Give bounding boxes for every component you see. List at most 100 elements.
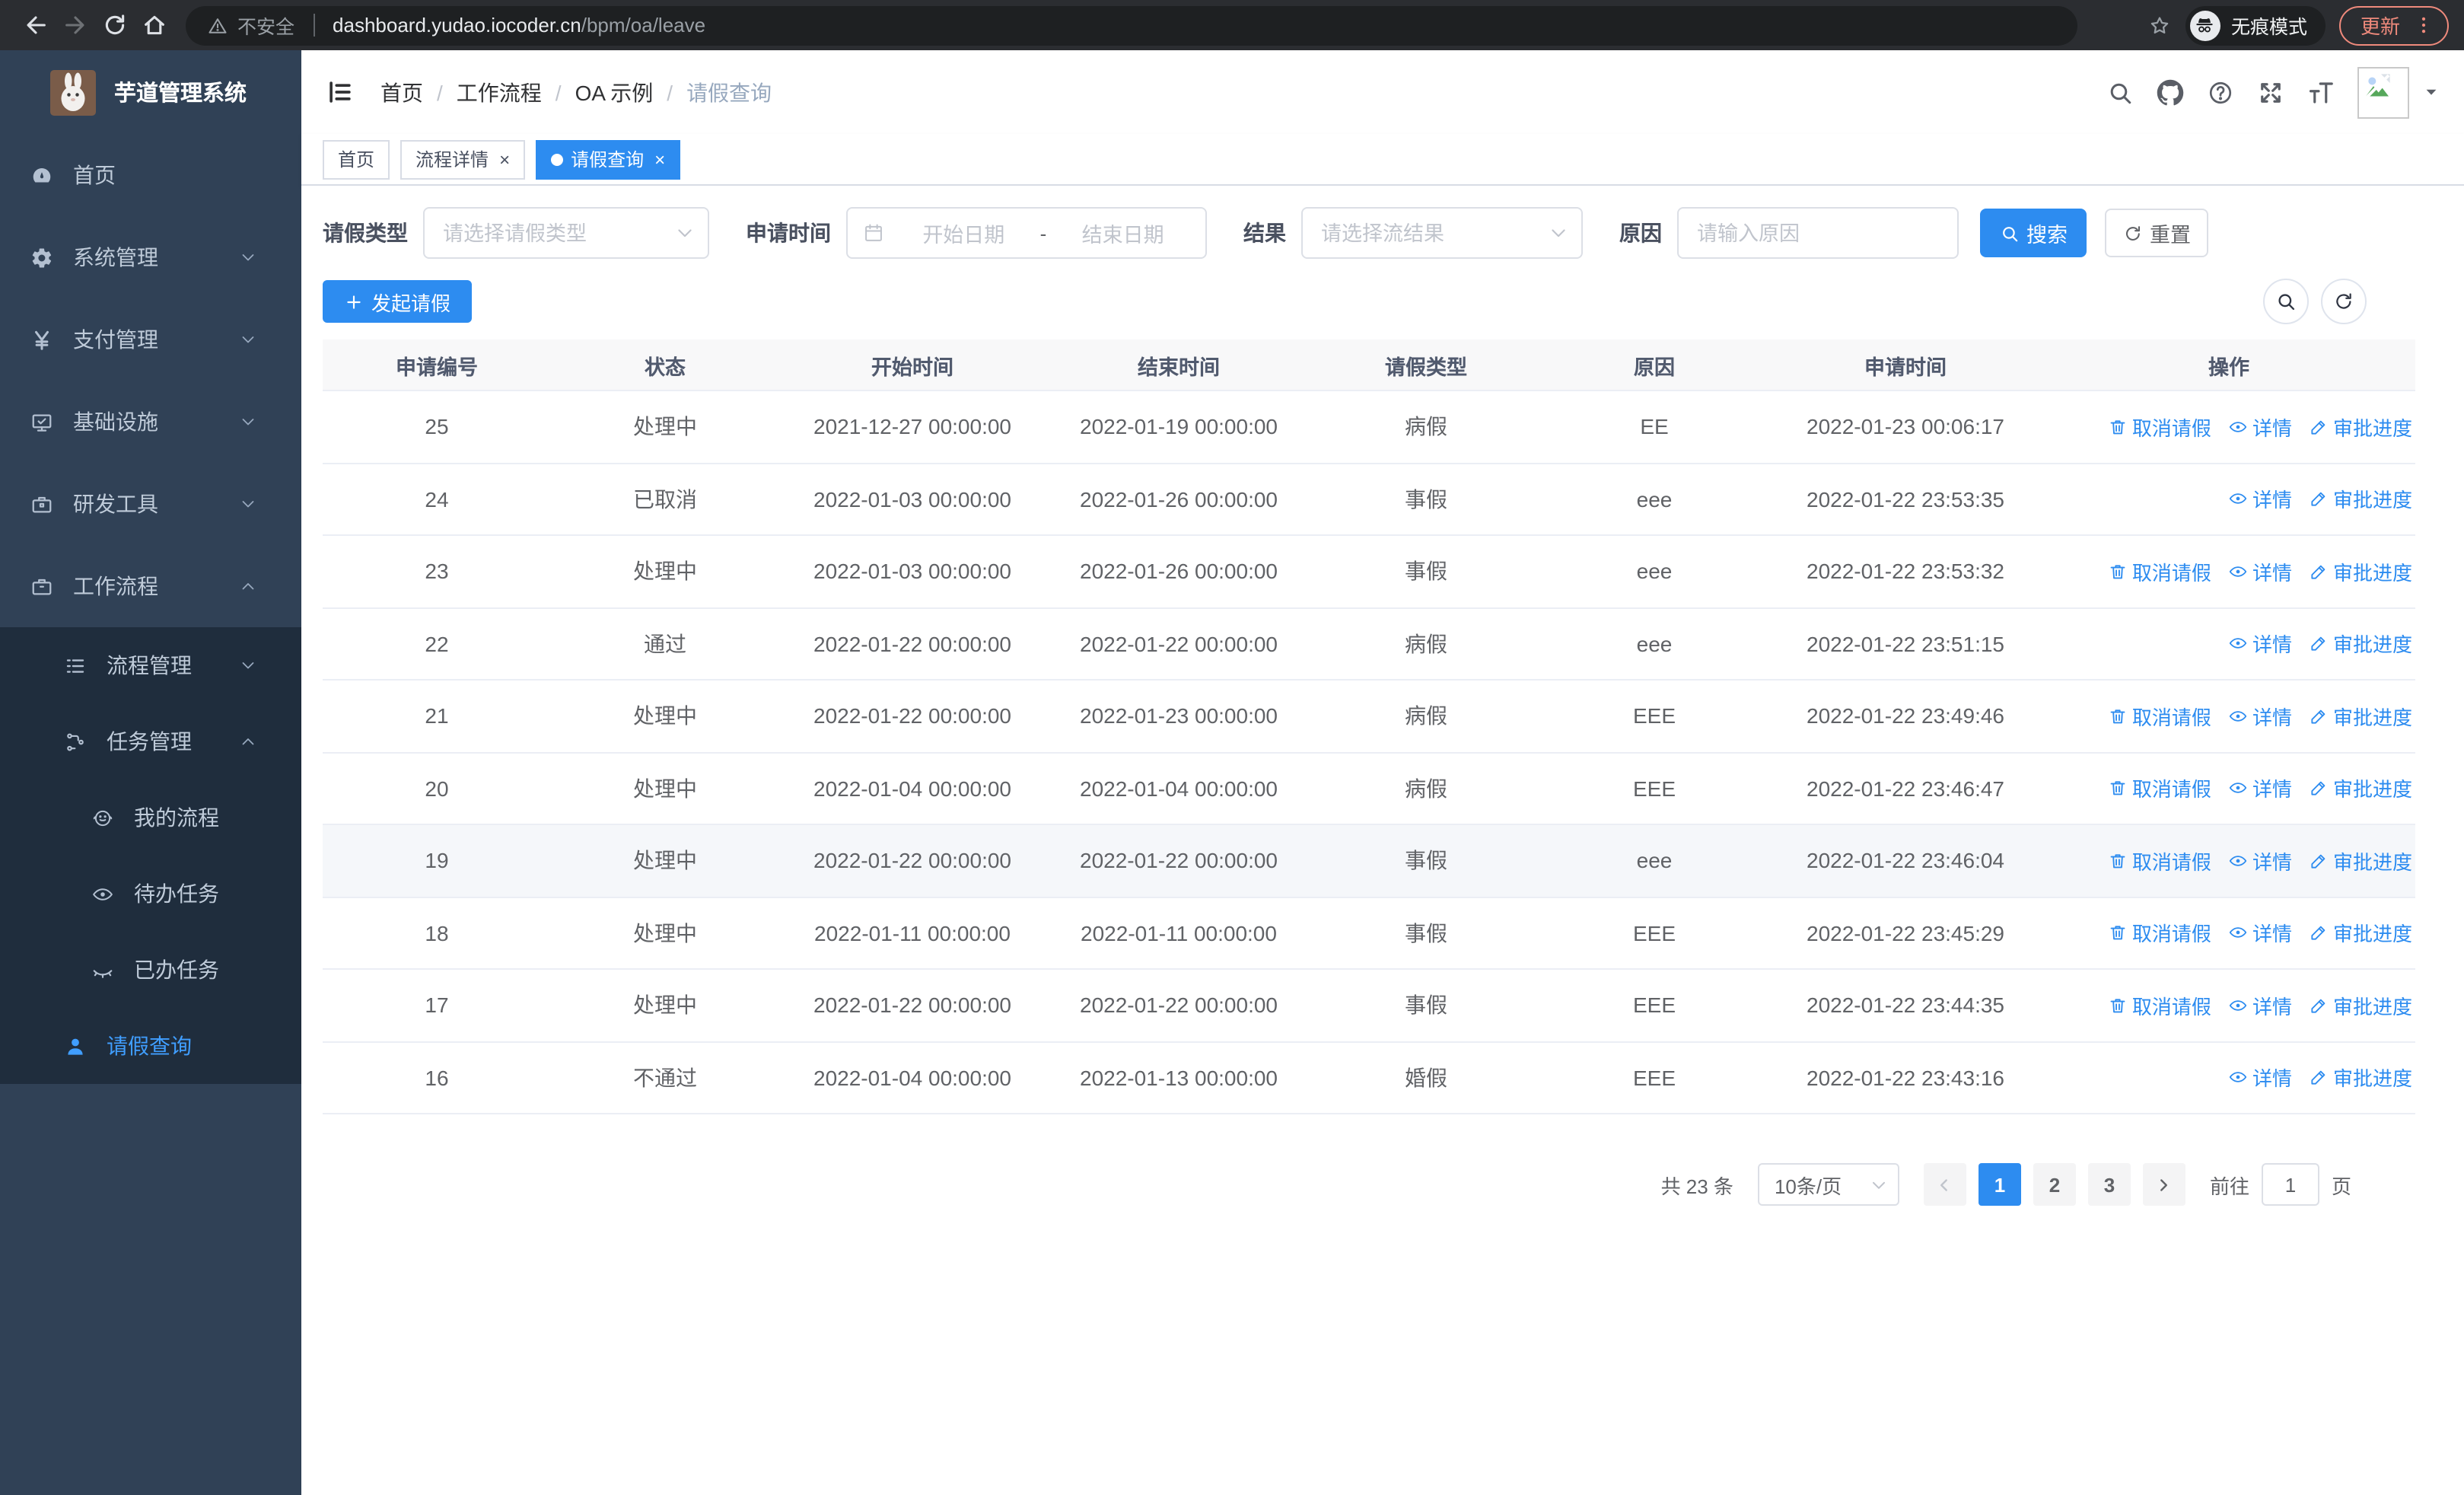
sidebar-fold-icon[interactable] (326, 78, 355, 107)
cell-status: 处理中 (633, 703, 697, 728)
page-button-1[interactable]: 1 (1978, 1163, 2021, 1206)
cancel-leave-link[interactable]: 取消请假 (2108, 919, 2211, 948)
cell-actions: 取消请假 详情 审批进度 (2042, 774, 2415, 803)
leave-type-select[interactable] (423, 207, 709, 259)
sidebar-item-my-process[interactable]: 我的流程 (0, 779, 301, 856)
browser-back-icon[interactable] (15, 5, 55, 45)
reset-button[interactable]: 重置 (2105, 209, 2208, 257)
progress-label: 审批进度 (2332, 489, 2412, 512)
tab-流程详情[interactable]: 流程详情 × (400, 139, 526, 179)
detail-link[interactable]: 详情 (2228, 1063, 2292, 1092)
goto-page-input[interactable] (2261, 1163, 2319, 1206)
sidebar-item-workflow[interactable]: 工作流程 (0, 545, 301, 627)
cell-id: 16 (425, 1065, 449, 1090)
avatar[interactable] (2357, 66, 2409, 118)
tab-close-icon[interactable]: × (654, 148, 665, 170)
progress-link[interactable]: 审批进度 (2309, 846, 2412, 875)
breadcrumb-item-oa[interactable]: OA 示例 (575, 77, 654, 107)
sidebar-item-leave-query[interactable]: 请假查询 (0, 1008, 301, 1084)
start-date-placeholder[interactable]: 开始日期 (896, 218, 1031, 248)
sidebar-item-task-mgmt[interactable]: 任务管理 (0, 703, 301, 779)
browser-forward-icon[interactable] (55, 5, 94, 45)
address-bar[interactable]: 不安全 dashboard.yudao.iocoder.cn/bpm/oa/le… (186, 5, 2077, 45)
result-select-input[interactable] (1303, 209, 1581, 257)
progress-link[interactable]: 审批进度 (2309, 991, 2412, 1020)
result-select[interactable] (1301, 207, 1583, 259)
next-page-button[interactable] (2142, 1163, 2185, 1206)
tab-首页[interactable]: 首页 (323, 139, 390, 179)
cell-status: 处理中 (633, 993, 697, 1018)
progress-link[interactable]: 审批进度 (2309, 557, 2412, 586)
pagination: 共 23 条 10条/页 123 前往 页 (323, 1163, 2415, 1206)
sidebar-item-dev-tools[interactable]: 研发工具 (0, 463, 301, 545)
sidebar-item-label: 任务管理 (107, 729, 192, 754)
breadcrumb-item-home[interactable]: 首页 (380, 77, 423, 107)
browser-home-icon[interactable] (134, 5, 173, 45)
browser-reload-icon[interactable] (94, 5, 134, 45)
sidebar-item-process-mgmt[interactable]: 流程管理 (0, 627, 301, 703)
fullscreen-icon[interactable] (2257, 78, 2284, 106)
cancel-leave-link[interactable]: 取消请假 (2108, 774, 2211, 803)
detail-link[interactable]: 详情 (2228, 774, 2292, 803)
search-icon[interactable] (2106, 78, 2134, 106)
cancel-leave-link[interactable]: 取消请假 (2108, 846, 2211, 875)
sidebar-item-home[interactable]: 首页 (0, 134, 301, 216)
detail-link[interactable]: 详情 (2228, 919, 2292, 948)
cancel-leave-link[interactable]: 取消请假 (2108, 702, 2211, 731)
prev-page-button[interactable] (1923, 1163, 1966, 1206)
trash-icon (2108, 706, 2128, 726)
help-icon[interactable] (2207, 78, 2234, 106)
progress-link[interactable]: 审批进度 (2309, 413, 2412, 441)
app-logo-row[interactable]: 芋道管理系统 (0, 50, 301, 134)
detail-label: 详情 (2252, 489, 2292, 512)
detail-link[interactable]: 详情 (2228, 991, 2292, 1020)
detail-link[interactable]: 详情 (2228, 485, 2292, 514)
tab-请假查询[interactable]: 请假查询 × (536, 139, 681, 179)
cancel-leave-link[interactable]: 取消请假 (2108, 991, 2211, 1020)
progress-link[interactable]: 审批进度 (2309, 485, 2412, 514)
bookmark-star-icon[interactable] (2147, 13, 2172, 37)
progress-link[interactable]: 审批进度 (2309, 702, 2412, 731)
detail-link[interactable]: 详情 (2228, 630, 2292, 658)
trash-icon (2108, 923, 2128, 943)
page-size-select[interactable]: 10条/页 (1757, 1163, 1899, 1206)
browser-update-button[interactable]: 更新 (2338, 5, 2449, 45)
leave-type-select-input[interactable] (425, 209, 708, 257)
reason-input[interactable] (1679, 209, 1957, 257)
sidebar-item-payment-mgmt[interactable]: 支付管理 (0, 298, 301, 381)
sidebar-item-done-tasks[interactable]: 已办任务 (0, 932, 301, 1008)
progress-link[interactable]: 审批进度 (2309, 919, 2412, 948)
reason-label: 原因 (1619, 221, 1662, 245)
breadcrumb-item-workflow[interactable]: 工作流程 (457, 77, 542, 107)
progress-link[interactable]: 审批进度 (2309, 774, 2412, 803)
progress-link[interactable]: 审批进度 (2309, 630, 2412, 658)
detail-link[interactable]: 详情 (2228, 557, 2292, 586)
create-leave-button[interactable]: 发起请假 (323, 280, 473, 323)
progress-link[interactable]: 审批进度 (2309, 1063, 2412, 1092)
sidebar-item-label: 研发工具 (73, 492, 158, 516)
kebab-menu-icon[interactable] (2412, 14, 2435, 37)
detail-link[interactable]: 详情 (2228, 846, 2292, 875)
page-button-2[interactable]: 2 (2033, 1163, 2076, 1206)
end-date-placeholder[interactable]: 结束日期 (1055, 218, 1190, 248)
github-icon[interactable] (2157, 78, 2184, 106)
refresh-table-button[interactable] (2321, 279, 2367, 324)
cancel-leave-link[interactable]: 取消请假 (2108, 557, 2211, 586)
cancel-leave-link[interactable]: 取消请假 (2108, 413, 2211, 441)
sidebar-item-todo-tasks[interactable]: 待办任务 (0, 856, 301, 932)
page-button-3[interactable]: 3 (2087, 1163, 2131, 1206)
sidebar-item-system-mgmt[interactable]: 系统管理 (0, 216, 301, 298)
column-header: 原因 (1634, 355, 1675, 378)
sidebar-item-infrastructure[interactable]: 基础设施 (0, 381, 301, 463)
search-button[interactable]: 搜索 (1980, 209, 2087, 257)
cell-type: 病假 (1405, 703, 1447, 728)
detail-label: 详情 (2252, 706, 2292, 729)
detail-link[interactable]: 详情 (2228, 702, 2292, 731)
font-size-icon[interactable] (2307, 78, 2335, 106)
tab-close-icon[interactable]: × (499, 148, 510, 170)
apply-time-range-picker[interactable]: 开始日期 - 结束日期 (846, 207, 1207, 259)
sidebar-item-label: 工作流程 (73, 574, 158, 598)
detail-link[interactable]: 详情 (2228, 413, 2292, 441)
toggle-search-button[interactable] (2263, 279, 2309, 324)
avatar-caret-icon[interactable] (2423, 84, 2440, 100)
